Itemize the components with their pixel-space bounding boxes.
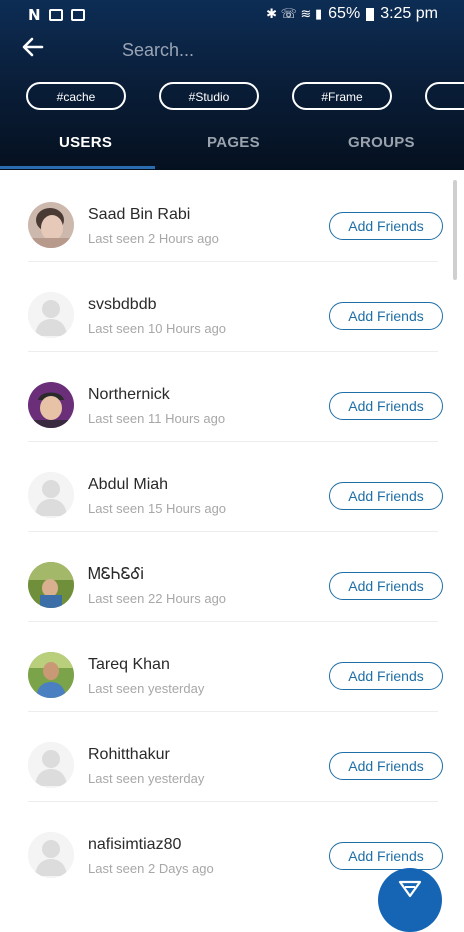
app-header: N ✱ ☏ ≋ ▮ 65% 3:25 pm #cache #Studio #Fr… (0, 0, 464, 170)
user-name[interactable]: svsbdbdb (88, 296, 157, 314)
user-name[interactable]: nafisimtiaz80 (88, 836, 181, 854)
list-item: nafisimtiaz80 Last seen 2 Days ago Add F… (28, 802, 443, 892)
person-silhouette-icon (28, 742, 74, 788)
person-silhouette-icon (28, 292, 74, 338)
avatar-placeholder-icon[interactable] (28, 742, 74, 788)
user-name[interactable]: Saad Bin Rabi (88, 206, 190, 224)
active-tab-indicator (0, 166, 155, 169)
netflix-n-icon: N (28, 6, 41, 24)
image-notification-icon (48, 9, 63, 21)
last-seen: Last seen yesterday (88, 771, 205, 786)
back-arrow-icon-svg (22, 37, 44, 57)
list-item: Rohitthakur Last seen yesterday Add Frie… (28, 712, 443, 802)
user-name[interactable]: ᎷᏋᏂᏋᎴᎥ (88, 566, 144, 584)
filter-fab-button[interactable] (378, 868, 442, 932)
list-item: Northernick Last seen 11 Hours ago Add F… (28, 352, 443, 442)
last-seen: Last seen 22 Hours ago (88, 591, 227, 606)
user-list[interactable]: Saad Bin Rabi Last seen 2 Hours ago Add … (0, 172, 464, 900)
last-seen: Last seen 15 Hours ago (88, 501, 227, 516)
last-seen: Last seen 2 Hours ago (88, 231, 219, 246)
scrollbar[interactable] (453, 180, 457, 280)
chip-cache[interactable]: #cache (26, 82, 126, 110)
chip-studio[interactable]: #Studio (159, 82, 259, 110)
avatar[interactable] (28, 382, 74, 428)
avatar-placeholder-icon[interactable] (28, 832, 74, 878)
add-friends-button[interactable]: Add Friends (329, 392, 443, 420)
avatar-placeholder-icon[interactable] (28, 292, 74, 338)
chip-more[interactable] (425, 82, 464, 110)
back-arrow-icon[interactable] (20, 34, 48, 62)
add-friends-button[interactable]: Add Friends (329, 752, 443, 780)
avatar[interactable] (28, 652, 74, 698)
avatar[interactable] (28, 202, 74, 248)
chip-frame[interactable]: #Frame (292, 82, 392, 110)
last-seen: Last seen 2 Days ago (88, 861, 214, 876)
battery-icon (366, 7, 375, 21)
add-friends-button[interactable]: Add Friends (329, 662, 443, 690)
list-item: Abdul Miah Last seen 15 Hours ago Add Fr… (28, 442, 443, 532)
list-item: Saad Bin Rabi Last seen 2 Hours ago Add … (28, 172, 443, 262)
battery-percent: 65% (328, 5, 361, 22)
search-bar (0, 30, 464, 70)
filter-icon (398, 880, 422, 898)
search-input[interactable] (120, 36, 424, 64)
status-notification-icons: N (28, 6, 85, 24)
avatar-photo (28, 562, 74, 608)
user-name[interactable]: Rohitthakur (88, 746, 170, 764)
tab-groups[interactable]: GROUPS (348, 134, 415, 151)
add-friends-button[interactable]: Add Friends (329, 572, 443, 600)
status-system-icons: ✱ ☏ ≋ ▮ 65% 3:25 pm (266, 5, 438, 23)
person-silhouette-icon (28, 832, 74, 878)
clock: 3:25 pm (380, 5, 438, 22)
tab-users[interactable]: USERS (59, 134, 112, 151)
user-name[interactable]: Northernick (88, 386, 170, 404)
person-silhouette-icon (28, 472, 74, 518)
tab-bar: USERS PAGES GROUPS (0, 124, 464, 170)
list-item: svsbdbdb Last seen 10 Hours ago Add Frie… (28, 262, 443, 352)
list-item: Tareq Khan Last seen yesterday Add Frien… (28, 622, 443, 712)
add-friends-button[interactable]: Add Friends (329, 302, 443, 330)
list-item: ᎷᏋᏂᏋᎴᎥ Last seen 22 Hours ago Add Friend… (28, 532, 443, 622)
last-seen: Last seen yesterday (88, 681, 205, 696)
avatar-photo (28, 652, 74, 698)
avatar[interactable] (28, 562, 74, 608)
add-friends-button[interactable]: Add Friends (329, 842, 443, 870)
status-bar: N ✱ ☏ ≋ ▮ 65% 3:25 pm (0, 0, 464, 30)
hashtag-chips: #cache #Studio #Frame (26, 82, 464, 112)
system-icons: ✱ ☏ ≋ ▮ (266, 6, 323, 21)
tab-pages[interactable]: PAGES (207, 134, 260, 151)
user-name[interactable]: Tareq Khan (88, 656, 170, 674)
add-friends-button[interactable]: Add Friends (329, 212, 443, 240)
add-friends-button[interactable]: Add Friends (329, 482, 443, 510)
avatar-placeholder-icon[interactable] (28, 472, 74, 518)
last-seen: Last seen 10 Hours ago (88, 321, 227, 336)
last-seen: Last seen 11 Hours ago (88, 411, 226, 426)
user-name[interactable]: Abdul Miah (88, 476, 168, 494)
avatar-photo (28, 202, 74, 248)
avatar-photo (28, 382, 74, 428)
gallery-notification-icon (70, 9, 85, 21)
